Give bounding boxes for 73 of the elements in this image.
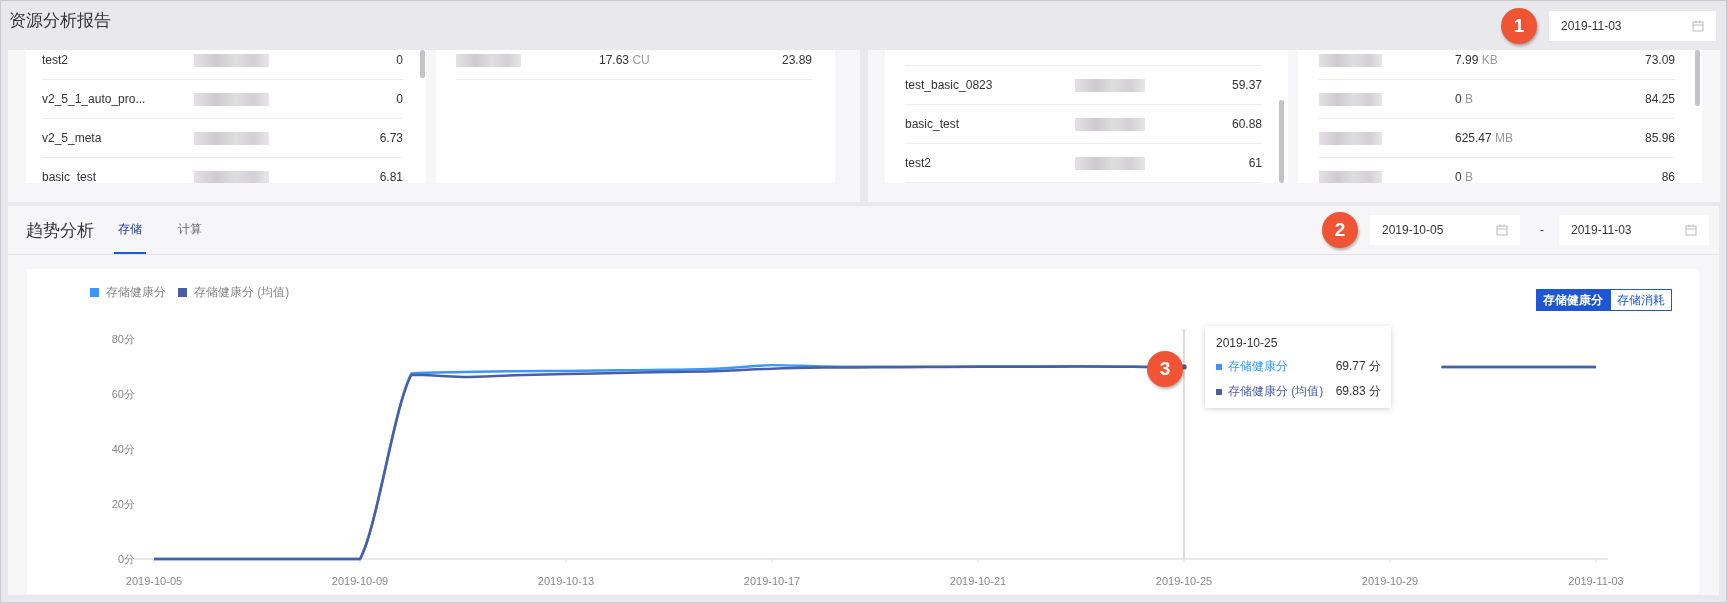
axis-label: 2019-11-03 — [1568, 575, 1624, 587]
date-field[interactable]: 2019-10-05 — [1370, 215, 1520, 245]
scrollbar-thumb[interactable] — [420, 50, 425, 78]
blurred-text — [456, 53, 521, 67]
table-cell: 625.47 MB — [1455, 131, 1514, 145]
table-cell: 6.73 — [379, 131, 403, 145]
legend-label[interactable]: 存储健康分 (均值) — [194, 283, 290, 301]
scrollbar-thumb[interactable] — [1279, 100, 1284, 183]
table-cell: 84.25 — [1644, 92, 1675, 106]
table-cell-text: test2 — [42, 53, 69, 67]
blurred-text — [1319, 131, 1382, 145]
toggle-button[interactable]: 存储健康分 — [1536, 289, 1610, 311]
table-cell: 0 B — [1455, 92, 1474, 106]
axis-label: 2019-10-05 — [125, 575, 183, 587]
table-cell: 0 B — [1455, 170, 1474, 183]
table-cell: 85.96 — [1644, 131, 1675, 145]
table-cell: 0 — [396, 53, 403, 67]
range-separator: - — [1540, 223, 1544, 237]
date-field[interactable]: 2019-11-03 — [1549, 10, 1716, 41]
tooltip-title: 2019-10-25 — [1216, 336, 1279, 350]
table-cell: 0 — [396, 92, 403, 106]
axis-label: 2019-10-09 — [331, 575, 389, 587]
table-cell: 60.88 — [1231, 117, 1262, 131]
date-field[interactable]: 2019-11-03 — [1559, 215, 1709, 245]
table-cell-text: test_basic_0823 — [905, 78, 994, 92]
table-cell: 23.89 — [781, 53, 812, 67]
blurred-text — [1075, 117, 1145, 131]
table-cell: 7.99 KB — [1455, 53, 1498, 67]
axis-label: 2019-10-13 — [537, 575, 595, 587]
blurred-text — [1319, 92, 1382, 106]
page-title: 资源分析报告 — [9, 10, 111, 32]
callout-badge: 3 — [1147, 351, 1183, 387]
legend-swatch — [1216, 388, 1222, 395]
tab[interactable]: 存储 — [114, 206, 146, 254]
blurred-text — [1319, 170, 1382, 183]
blurred-text — [1075, 156, 1145, 170]
tooltip-label: 存储健康分 (均值) — [1228, 383, 1325, 400]
table-cell-text: basic_test — [42, 170, 98, 183]
axis-label: 60分 — [111, 388, 135, 400]
tooltip-value: 69.83 分 — [1335, 383, 1381, 400]
blurred-text — [1319, 53, 1382, 67]
table-cell-text: v2_5_meta — [42, 131, 103, 145]
axis-label: 2019-10-21 — [949, 575, 1007, 587]
callout-badge: 2 — [1322, 212, 1358, 248]
axis-label: 0分 — [117, 553, 135, 565]
legend-swatch — [1216, 363, 1222, 370]
toggle-button[interactable]: 存储消耗 — [1610, 289, 1672, 311]
axis-label: 40分 — [111, 443, 135, 455]
tooltip-label: 存储健康分 — [1228, 358, 1289, 375]
calendar-icon — [1692, 19, 1704, 32]
axis-label: 80分 — [111, 333, 135, 345]
scrollbar-thumb[interactable] — [1695, 50, 1700, 106]
calendar-icon — [1685, 224, 1697, 236]
table-cell: 17.63 CU — [599, 53, 650, 67]
callout-badge: 1 — [1501, 7, 1537, 44]
tooltip-value: 69.77 分 — [1335, 358, 1381, 375]
calendar-icon — [1496, 224, 1508, 236]
table-cell: 73.09 — [1644, 53, 1675, 67]
axis-label: 2019-10-29 — [1361, 575, 1419, 587]
axis-label: 2019-10-17 — [743, 575, 801, 587]
section-title: 趋势分析 — [26, 219, 94, 242]
axis-label: 2019-10-25 — [1155, 575, 1213, 587]
tab[interactable]: 计算 — [178, 206, 220, 254]
table-cell: 6.81 — [379, 170, 403, 183]
table-cell-text: test2 — [905, 156, 932, 170]
axis-label: 20分 — [111, 498, 135, 510]
table-cell: 61 — [1248, 156, 1262, 170]
table-cell: 59.37 — [1231, 78, 1262, 92]
legend-label[interactable]: 存储健康分 — [106, 283, 166, 301]
blurred-text — [1075, 78, 1145, 92]
table-cell-text: basic_test — [905, 117, 961, 131]
table-cell: 86 — [1661, 170, 1675, 183]
table-cell-text: v2_5_1_auto_pro... — [42, 92, 147, 106]
